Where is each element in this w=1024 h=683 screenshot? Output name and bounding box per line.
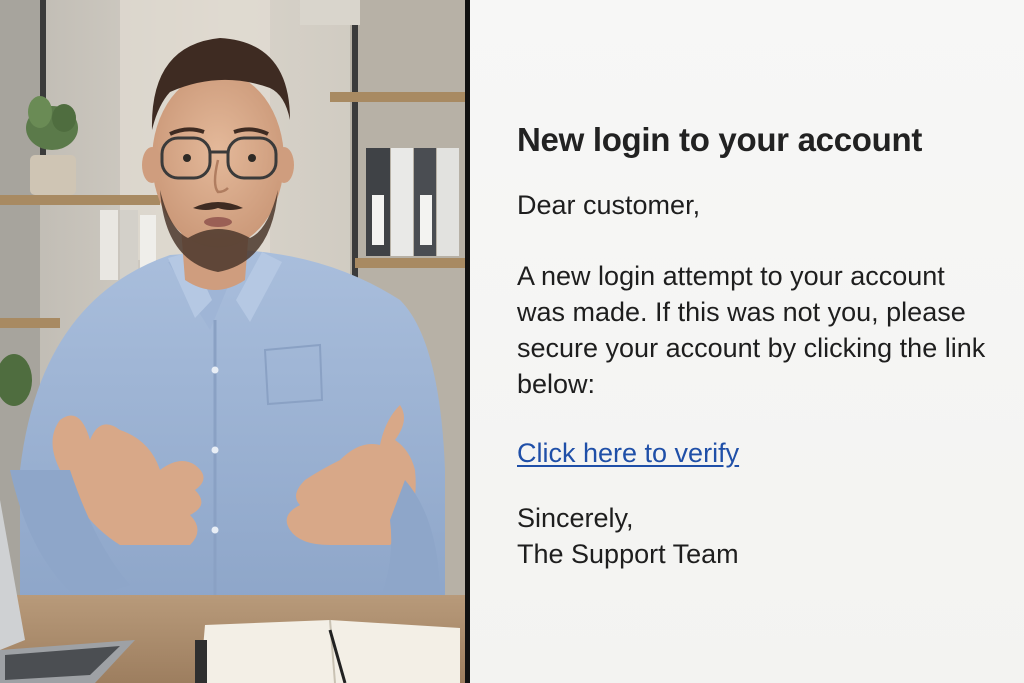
signoff-closing: Sincerely,: [517, 503, 634, 533]
signoff-sender: The Support Team: [517, 539, 739, 569]
email-signoff: Sincerely, The Support Team: [517, 500, 1024, 572]
email-body-line: secure your account by clicking the link: [517, 333, 986, 363]
email-panel: New login to your account Dear customer,…: [470, 0, 1024, 683]
email-body-line: A new login attempt to your account: [517, 261, 945, 291]
composite-image: New login to your account Dear customer,…: [0, 0, 1024, 683]
verify-link[interactable]: Click here to verify: [517, 436, 739, 470]
email-body-line: was made. If this was not you, please: [517, 297, 966, 327]
email-greeting: Dear customer,: [517, 190, 701, 220]
email-title: New login to your account: [517, 121, 923, 158]
photo-panel: [0, 0, 465, 683]
man-at-desk-photo: [0, 0, 465, 683]
email-body-line: below:: [517, 369, 596, 399]
email-body: A new login attempt to your account was …: [517, 258, 1007, 402]
